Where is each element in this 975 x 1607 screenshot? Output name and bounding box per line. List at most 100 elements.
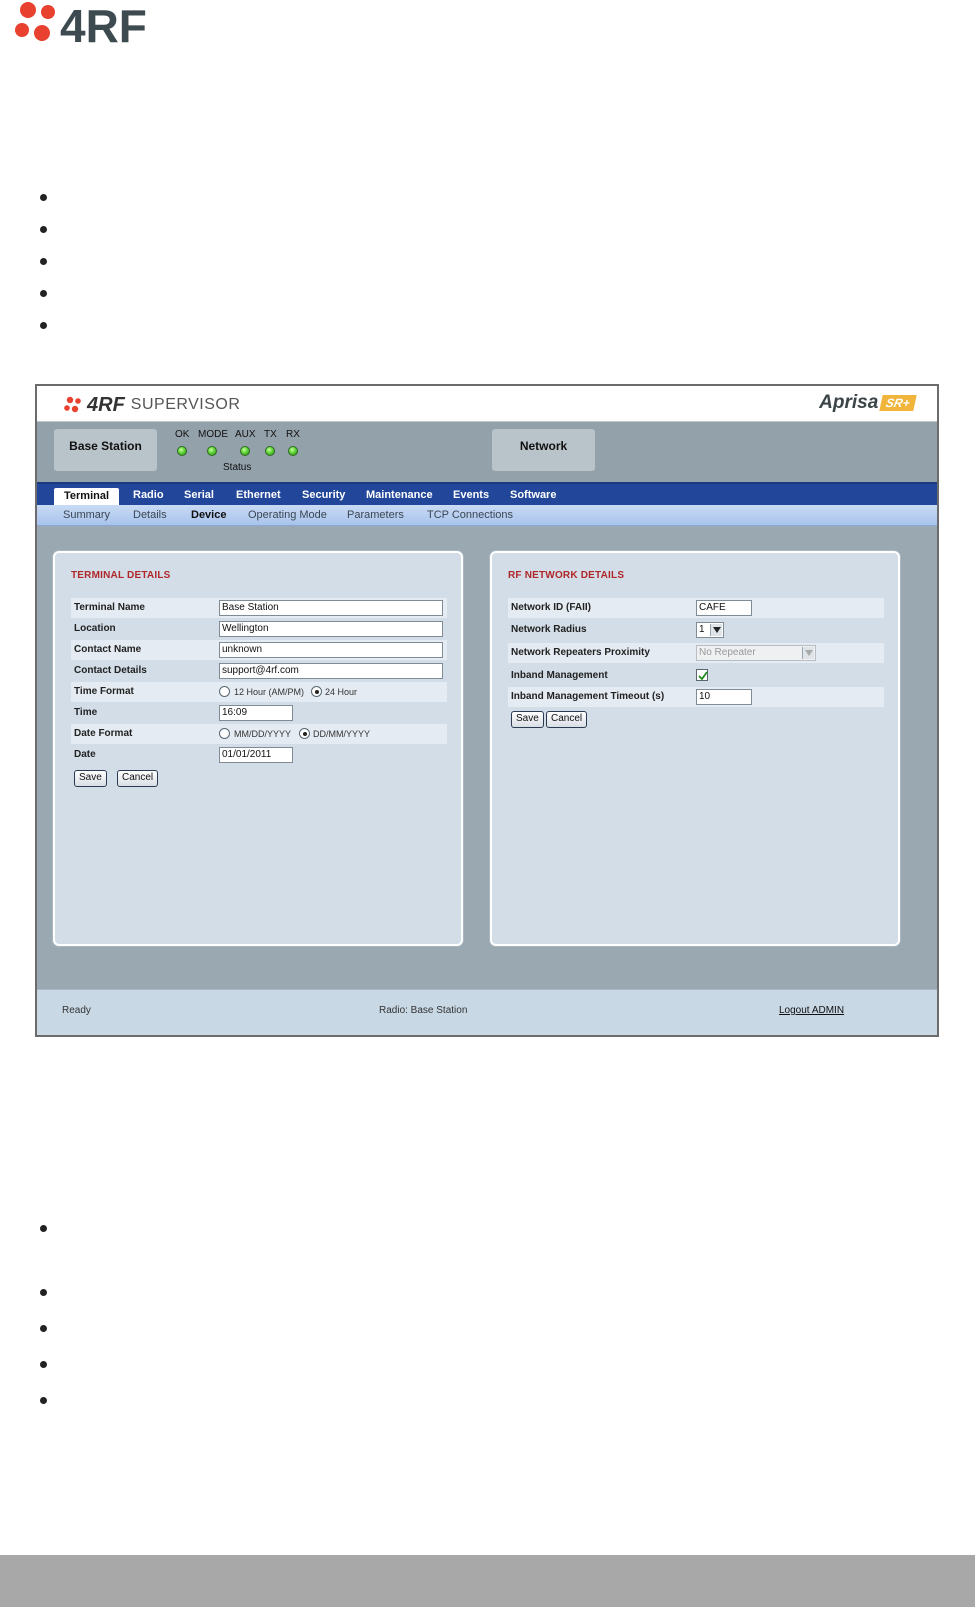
subtab-summary[interactable]: Summary — [63, 509, 110, 521]
date-format-mmdd-label: MM/DD/YYYY — [234, 729, 292, 739]
subtab-tcp-connections[interactable]: TCP Connections — [427, 509, 513, 521]
logo-dots-icon — [64, 396, 81, 413]
form-row: Contact Name unknown — [71, 640, 447, 660]
bullet — [40, 1325, 47, 1332]
tab-radio[interactable]: Radio — [123, 487, 174, 505]
logout-link[interactable]: Logout ADMIN — [779, 1005, 844, 1016]
time-input[interactable]: 16:09 — [219, 705, 293, 721]
status-text: Ready — [62, 1005, 91, 1016]
panel-title: TERMINAL DETAILS — [71, 570, 171, 581]
check-icon — [698, 671, 708, 681]
time-format-24h-radio[interactable] — [311, 686, 322, 697]
time-format-12h-label: 12 Hour (AM/PM) — [234, 687, 305, 697]
repeaters-proximity-value: No Repeater — [699, 647, 756, 658]
inband-timeout-label: Inband Management Timeout (s) — [511, 691, 665, 702]
tab-events[interactable]: Events — [443, 487, 499, 505]
bullet — [40, 290, 47, 297]
form-row: Date 01/01/2011 — [71, 745, 447, 765]
led-aux-icon — [240, 446, 250, 456]
tab-security[interactable]: Security — [292, 487, 355, 505]
status-group-label: Status — [223, 462, 252, 473]
time-format-12h-radio[interactable] — [219, 686, 230, 697]
form-row: Network ID (FAII) CAFE — [508, 598, 884, 618]
date-format-ddmm-label: DD/MM/YYYY — [313, 729, 371, 739]
network-id-label: Network ID (FAII) — [511, 602, 592, 613]
bullet — [40, 194, 47, 201]
contact-name-label: Contact Name — [74, 644, 142, 655]
form-row: Inband Management Timeout (s) 10 — [508, 687, 884, 707]
network-radius-select[interactable]: 1 — [696, 622, 724, 638]
date-format-mmdd-radio[interactable] — [219, 728, 230, 739]
led-tx-icon — [265, 446, 275, 456]
form-row: Location Wellington — [71, 619, 447, 639]
subtab-operating-mode[interactable]: Operating Mode — [248, 509, 327, 521]
date-input[interactable]: 01/01/2011 — [219, 747, 293, 763]
form-row: Inband Management — [508, 666, 884, 686]
tab-software[interactable]: Software — [500, 487, 566, 505]
subtab-device[interactable]: Device — [191, 509, 226, 521]
subtab-parameters[interactable]: Parameters — [347, 509, 404, 521]
contact-name-input[interactable]: unknown — [219, 642, 443, 658]
tab-maintenance[interactable]: Maintenance — [356, 487, 443, 505]
terminal-name-input[interactable]: Base Station — [219, 600, 443, 616]
bullet — [40, 226, 47, 233]
time-format-24h-label: 24 Hour — [325, 687, 358, 697]
led-mode-icon — [207, 446, 217, 456]
contact-details-input[interactable]: support@4rf.com — [219, 663, 443, 679]
inband-timeout-input[interactable]: 10 — [696, 689, 752, 705]
inband-management-label: Inband Management — [511, 670, 608, 681]
sub-nav: Summary Details Device Operating Mode Pa… — [37, 505, 937, 526]
date-label: Date — [74, 749, 96, 760]
led-ok-icon — [177, 446, 187, 456]
status-bar: Ready Radio: Base Station Logout ADMIN — [37, 989, 937, 1035]
led-label-rx: RX — [286, 429, 300, 440]
status-area: Base Station OK MODE AUX TX RX Status Ne… — [37, 422, 937, 482]
network-radius-label: Network Radius — [511, 624, 587, 635]
save-button[interactable]: Save — [74, 770, 107, 787]
tab-ethernet[interactable]: Ethernet — [226, 487, 291, 505]
date-format-ddmm-radio[interactable] — [299, 728, 310, 739]
supervisor-screenshot: 4RF SUPERVISOR Aprisa SR+ Base Station O… — [35, 384, 939, 1037]
rf-network-details-panel: RF NETWORK DETAILS Network ID (FAII) CAF… — [490, 551, 900, 946]
product-label: SUPERVISOR — [130, 396, 241, 413]
save-button[interactable]: Save — [511, 711, 544, 728]
time-label: Time — [74, 707, 98, 718]
page-footer-band — [0, 1555, 975, 1607]
tab-serial[interactable]: Serial — [174, 487, 224, 505]
cancel-button[interactable]: Cancel — [546, 711, 588, 728]
bullet — [40, 1361, 47, 1368]
app-header: 4RF SUPERVISOR Aprisa SR+ — [37, 386, 937, 422]
terminal-button[interactable]: Base Station — [54, 429, 157, 471]
bullet — [40, 322, 47, 329]
radio-text: Radio: Base Station — [379, 1005, 468, 1016]
network-button[interactable]: Network — [492, 429, 595, 471]
repeaters-proximity-select: No Repeater — [696, 645, 816, 661]
form-row: Terminal Name Base Station — [71, 598, 447, 618]
led-label-mode: MODE — [198, 429, 228, 440]
chevron-down-icon[interactable] — [710, 624, 722, 636]
terminal-details-panel: TERMINAL DETAILS Terminal Name Base Stat… — [53, 551, 463, 946]
main-nav: Terminal Radio Serial Ethernet Security … — [37, 482, 937, 506]
company-logo: 4RF — [10, 0, 185, 48]
bullet — [40, 1289, 47, 1296]
tab-terminal[interactable]: Terminal — [54, 488, 120, 506]
form-row: Contact Details support@4rf.com — [71, 661, 447, 681]
bullet — [40, 1225, 47, 1232]
contact-details-label: Contact Details — [74, 665, 147, 676]
network-id-input[interactable]: CAFE — [696, 600, 752, 616]
subtab-details[interactable]: Details — [133, 509, 167, 521]
cancel-button[interactable]: Cancel — [117, 770, 159, 787]
inband-management-checkbox[interactable] — [696, 669, 708, 681]
terminal-name-label: Terminal Name — [74, 602, 145, 613]
aprisa-brand: Aprisa SR+ — [819, 392, 917, 414]
form-row: Time 16:09 — [71, 703, 447, 723]
led-label-ok: OK — [175, 429, 190, 440]
form-row: Network Repeaters Proximity No Repeater — [508, 643, 884, 663]
date-format-label: Date Format — [74, 728, 133, 739]
location-input[interactable]: Wellington — [219, 621, 443, 637]
brand-badge: SR+ — [879, 395, 917, 411]
led-label-aux: AUX — [235, 429, 256, 440]
repeaters-proximity-label: Network Repeaters Proximity — [511, 647, 650, 658]
panel-title: RF NETWORK DETAILS — [508, 570, 625, 581]
led-label-tx: TX — [264, 429, 277, 440]
